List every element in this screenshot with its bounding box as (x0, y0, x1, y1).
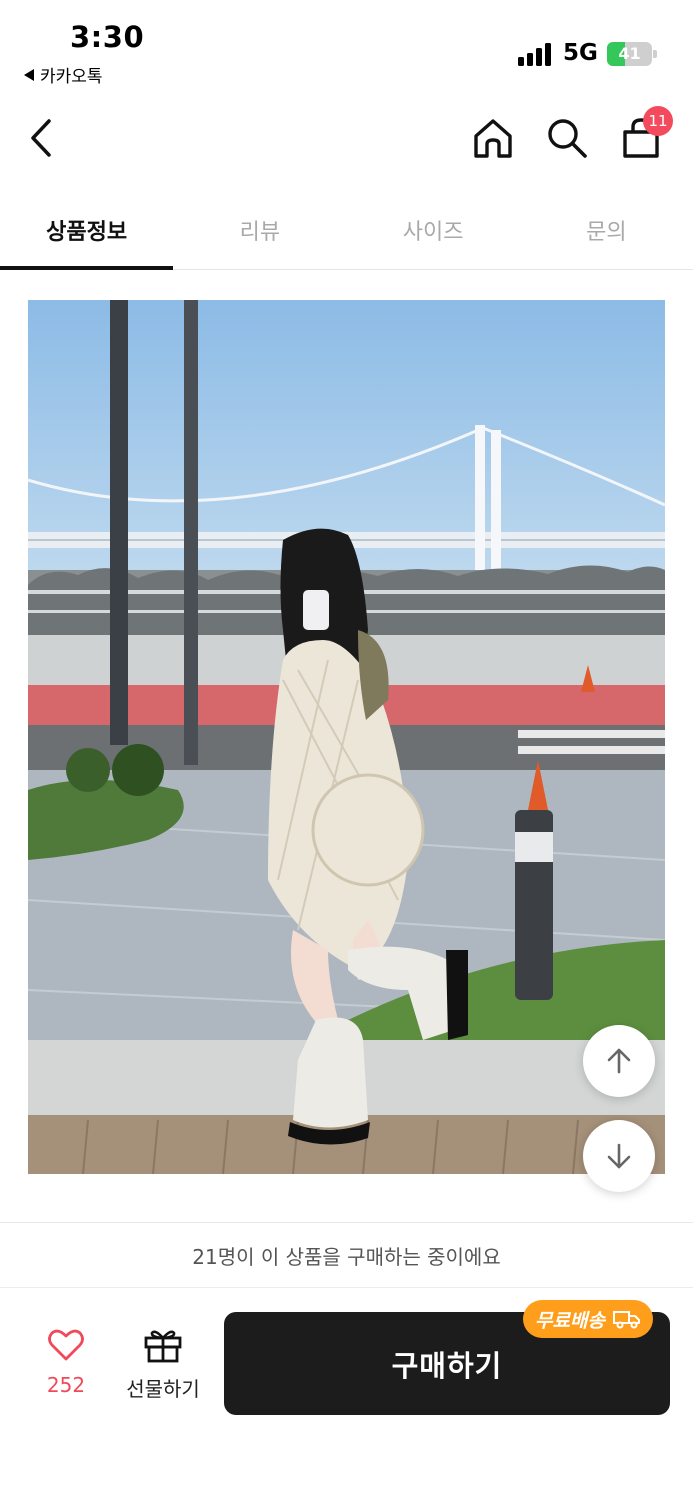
back-to-app-link[interactable]: 카카오톡 (24, 62, 103, 87)
product-photo (28, 300, 665, 1174)
buying-now-notice: 21명이 이 상품을 구매하는 중이에요 (0, 1222, 693, 1288)
network-type: 5G (563, 40, 598, 66)
home-button[interactable] (467, 112, 519, 164)
tab-reviews[interactable]: 리뷰 (173, 190, 346, 269)
cart-button[interactable]: 11 (615, 106, 673, 164)
battery-level: 41 (618, 44, 641, 63)
scroll-down-button[interactable] (583, 1120, 655, 1192)
battery-icon: 41 (607, 42, 657, 66)
tab-product-info[interactable]: 상품정보 (0, 190, 174, 270)
status-time: 3:30 (70, 20, 145, 54)
top-navigation: 11 (0, 100, 693, 180)
gift-icon (144, 1330, 182, 1363)
buy-button-label: 구매하기 (391, 1348, 503, 1383)
cellular-signal-icon (518, 42, 551, 66)
status-bar: 3:30 카카오톡 5G 41 (0, 0, 693, 95)
chevron-left-icon (31, 119, 51, 157)
arrow-down-icon (607, 1143, 631, 1169)
gift-label: 선물하기 (126, 1377, 200, 1401)
heart-icon (48, 1329, 84, 1361)
scroll-up-button[interactable] (583, 1025, 655, 1097)
tab-inquiry[interactable]: 문의 (520, 190, 693, 269)
back-app-label: 카카오톡 (40, 67, 103, 87)
like-count: 252 (46, 1373, 86, 1397)
search-button[interactable] (541, 112, 593, 164)
back-triangle-icon (24, 68, 34, 81)
free-shipping-label: 무료배송 (535, 1309, 605, 1332)
search-icon (548, 119, 587, 158)
gift-button[interactable]: 선물하기 (118, 1327, 208, 1402)
product-tabs: 상품정보 리뷰 사이즈 문의 (0, 190, 693, 270)
home-icon (474, 119, 512, 158)
like-button[interactable]: 252 (36, 1329, 96, 1397)
cart-count-badge: 11 (643, 106, 673, 136)
delivery-truck-icon (612, 1311, 640, 1329)
back-button[interactable] (16, 112, 68, 164)
arrow-up-icon (607, 1048, 631, 1074)
free-shipping-badge: 무료배송 (523, 1300, 653, 1338)
tab-size[interactable]: 사이즈 (347, 190, 520, 269)
